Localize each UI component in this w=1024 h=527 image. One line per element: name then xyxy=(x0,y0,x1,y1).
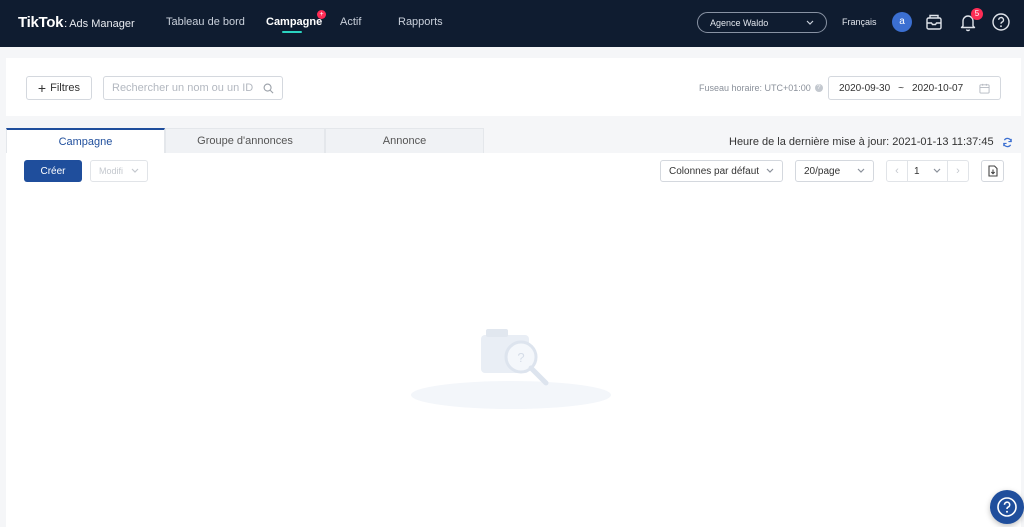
nav-item-campaign[interactable]: Campagne xyxy=(266,16,322,28)
tiktok-ads-logo[interactable]: TikTok : Ads Manager xyxy=(18,14,135,31)
chevron-down-icon xyxy=(857,168,865,173)
account-name: Agence Waldo xyxy=(710,17,769,28)
export-file-icon xyxy=(987,165,998,177)
chevron-down-icon xyxy=(766,168,774,173)
tab-ad[interactable]: Annonce xyxy=(325,128,484,153)
campaign-new-dot-icon: + xyxy=(317,10,326,19)
date-start: 2020-09-30 xyxy=(839,82,891,94)
pagination: ‹ 1 › xyxy=(886,160,969,182)
tab-ad-group[interactable]: Groupe d'annonces xyxy=(165,128,325,153)
chevron-down-icon xyxy=(933,168,941,173)
calendar-icon xyxy=(979,83,990,94)
last-update-info: Heure de la dernière mise à jour: 2021-0… xyxy=(729,136,1013,148)
prev-page-icon[interactable]: ‹ xyxy=(887,165,907,177)
info-icon[interactable]: ? xyxy=(814,84,823,92)
empty-state-illustration-icon: ? xyxy=(411,329,611,409)
logo-separator: : xyxy=(64,18,68,30)
nav-item-reports[interactable]: Rapports xyxy=(398,16,443,28)
last-update-text: Heure de la dernière mise à jour: 2021-0… xyxy=(729,136,994,148)
next-page-icon[interactable]: › xyxy=(948,165,968,177)
avatar[interactable]: a xyxy=(892,12,912,32)
level-tabs: Campagne Groupe d'annonces Annonce xyxy=(6,128,484,153)
chevron-down-icon xyxy=(806,20,814,25)
language-selector[interactable]: Français xyxy=(842,17,877,27)
tab-campaign[interactable]: Campagne xyxy=(6,128,165,153)
page-select[interactable]: 1 xyxy=(907,161,948,181)
timezone-label: Fuseau horaire: UTC+01:00 xyxy=(699,83,811,93)
modify-dropdown[interactable]: Modifi xyxy=(90,160,148,182)
columns-label: Colonnes par défaut xyxy=(669,165,760,177)
nav-item-assets[interactable]: Actif xyxy=(340,16,361,28)
active-nav-indicator xyxy=(282,31,302,33)
timezone-info: Fuseau horaire: UTC+01:00 ? xyxy=(699,83,823,93)
nav-item-dashboard[interactable]: Tableau de bord xyxy=(166,16,245,28)
top-navigation: TikTok : Ads Manager Tableau de bord Cam… xyxy=(0,0,1024,47)
inbox-icon[interactable] xyxy=(924,12,944,32)
help-icon[interactable] xyxy=(991,12,1011,32)
filters-button[interactable]: + Filtres xyxy=(26,76,92,100)
filter-bar: + Filtres Fuseau horaire: UTC+01:00 ? 20… xyxy=(6,58,1021,116)
columns-select[interactable]: Colonnes par défaut xyxy=(660,160,783,182)
svg-text:?: ? xyxy=(517,350,524,365)
logo-product: Ads Manager xyxy=(69,18,135,30)
logo-brand: TikTok xyxy=(18,14,64,31)
question-icon xyxy=(997,497,1017,517)
export-button[interactable] xyxy=(981,160,1004,182)
filters-label: Filtres xyxy=(50,82,81,94)
page-size-label: 20/page xyxy=(804,165,841,177)
modify-label: Modifi xyxy=(99,166,124,176)
refresh-icon[interactable] xyxy=(1002,137,1013,148)
current-page: 1 xyxy=(914,165,920,177)
campaign-panel: Créer Modifi Colonnes par défaut 20/page… xyxy=(6,153,1021,527)
search-icon xyxy=(263,83,274,93)
notification-count-badge: 5 xyxy=(971,8,983,20)
help-chat-button[interactable] xyxy=(990,490,1024,524)
date-separator: ~ xyxy=(898,82,904,94)
date-range-picker[interactable]: 2020-09-30 ~ 2020-10-07 xyxy=(828,76,1001,100)
search-box[interactable] xyxy=(103,76,283,100)
create-button[interactable]: Créer xyxy=(24,160,82,182)
page-size-select[interactable]: 20/page xyxy=(795,160,874,182)
chevron-down-icon xyxy=(131,168,139,173)
account-selector[interactable]: Agence Waldo xyxy=(697,12,827,33)
plus-icon: + xyxy=(37,80,47,96)
search-input[interactable] xyxy=(112,82,263,94)
date-end: 2020-10-07 xyxy=(912,82,964,94)
